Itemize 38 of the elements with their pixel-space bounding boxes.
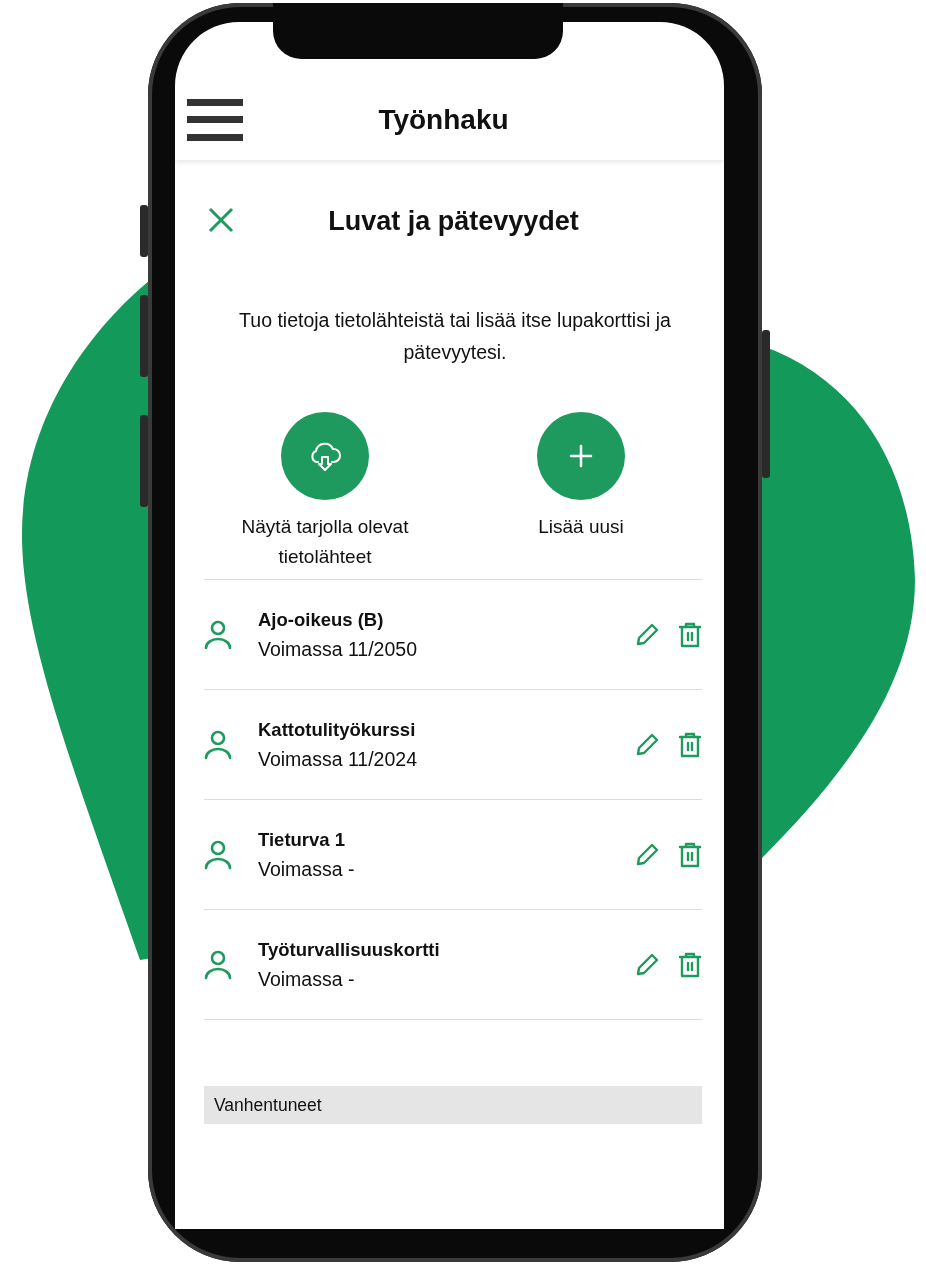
close-icon — [207, 205, 235, 234]
app-title: Työnhaku — [377, 104, 510, 136]
delete-button[interactable] — [678, 620, 702, 649]
pencil-icon — [634, 731, 660, 758]
add-new-button[interactable]: Lisää uusi — [471, 412, 691, 579]
edit-button[interactable] — [634, 841, 660, 868]
menu-button[interactable] — [187, 99, 243, 141]
license-name: Tieturva 1 — [258, 827, 347, 852]
pencil-icon — [634, 621, 660, 648]
person-icon — [204, 839, 232, 870]
validity-text: Voimassa 11/2024 — [258, 746, 418, 772]
validity-text: Voimassa 11/2050 — [258, 636, 418, 662]
dialog-title: Luvat ja pätevyydet — [327, 205, 580, 237]
edit-button[interactable] — [634, 951, 660, 978]
license-name: Kattotulityökurssi — [258, 717, 417, 742]
license-name: Työturvallisuuskortti — [258, 937, 441, 962]
edit-button[interactable] — [634, 621, 660, 648]
person-icon — [204, 729, 232, 760]
pencil-icon — [634, 841, 660, 868]
delete-button[interactable] — [678, 950, 702, 979]
plus-icon — [569, 444, 593, 468]
trash-icon — [678, 620, 702, 649]
trash-icon — [678, 730, 702, 759]
import-sources-button[interactable]: Näytä tarjolla olevat tietolähteet — [215, 412, 435, 579]
delete-button[interactable] — [678, 840, 702, 869]
pencil-icon — [634, 951, 660, 978]
validity-text: Voimassa - — [258, 966, 356, 992]
person-icon — [204, 949, 232, 980]
license-name: Ajo-oikeus (B) — [258, 607, 385, 632]
menu-icon — [187, 99, 243, 141]
trash-icon — [678, 840, 702, 869]
edit-button[interactable] — [634, 731, 660, 758]
trash-icon — [678, 950, 702, 979]
validity-text: Voimassa - — [258, 856, 356, 882]
person-icon — [204, 619, 232, 650]
delete-button[interactable] — [678, 730, 702, 759]
section-header: Vanhentuneet — [204, 1086, 702, 1124]
intro-text: Tuo tietoja tietolähteistä tai lisää itse lupakorttisi ja pätevyytesi. — [238, 308, 672, 365]
